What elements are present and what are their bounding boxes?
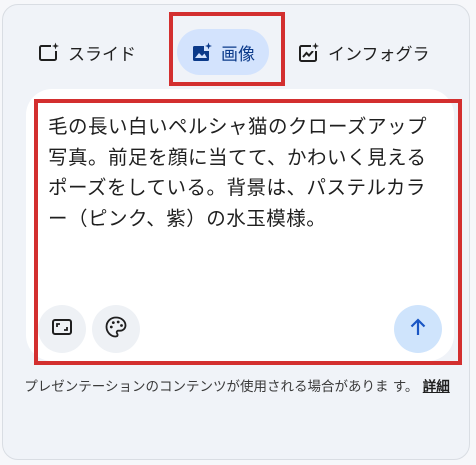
tab-infographic-label: インフォグラ <box>328 44 430 65</box>
details-link[interactable]: 詳細 <box>423 379 450 395</box>
highlight-box-prompt <box>34 99 462 365</box>
tab-slides-label: スライド <box>68 44 136 65</box>
chart-sparkle-icon <box>298 41 320 63</box>
tab-slides[interactable]: スライド <box>38 28 136 76</box>
tab-infographic[interactable]: インフォグラ <box>298 28 430 76</box>
slide-sparkle-icon <box>38 41 60 63</box>
highlight-box-tab <box>169 12 285 86</box>
disclaimer-text: プレゼンテーションのコンテンツが使用される場合がありま す。 <box>24 379 419 395</box>
disclaimer: プレゼンテーションのコンテンツが使用される場合がありま す。 詳細 <box>0 376 474 398</box>
